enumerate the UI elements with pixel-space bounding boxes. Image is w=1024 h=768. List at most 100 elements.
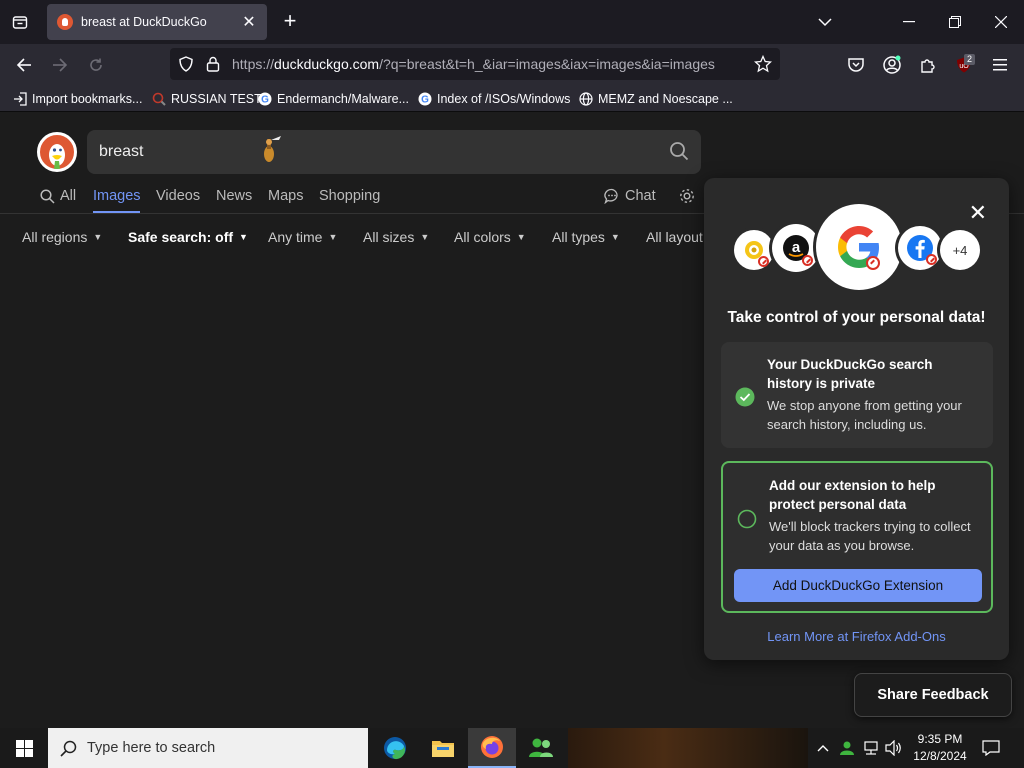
ublock-origin-icon[interactable]: uO 2 (948, 49, 980, 81)
tab-all[interactable]: All (40, 188, 76, 204)
add-extension-button[interactable]: Add DuckDuckGo Extension (734, 569, 982, 602)
amazon-icon: a (772, 224, 820, 272)
svg-text:G: G (261, 95, 269, 106)
url-text[interactable]: https://duckduckgo.com/?q=breast&t=h_&ia… (232, 56, 715, 72)
messenger-people-icon[interactable] (517, 728, 565, 768)
bookmark-star-icon[interactable] (753, 54, 773, 78)
forward-arrow-icon[interactable] (44, 49, 76, 81)
tab-strip: breast at DuckDuckGo ✕ + (0, 0, 1024, 44)
magnifier-favicon-icon (151, 92, 166, 107)
filter-size[interactable]: All sizes ▼ (363, 229, 429, 245)
learn-more-link[interactable]: Learn More at Firefox Add-Ons (704, 629, 1009, 644)
card-description: We stop anyone from getting your search … (767, 398, 962, 432)
restore-icon[interactable] (933, 6, 977, 38)
blocked-icon (802, 255, 813, 266)
reload-icon[interactable] (80, 49, 112, 81)
system-clock[interactable]: 9:35 PM 12/8/2024 (908, 731, 972, 765)
card-title: Your DuckDuckGo search history is privat… (767, 357, 933, 391)
bookmark-item[interactable]: RUSSIAN TEST (151, 90, 262, 108)
blocked-icon (926, 254, 937, 265)
extensions-puzzle-icon[interactable] (912, 49, 944, 81)
search-input[interactable]: breast (87, 130, 701, 174)
filter-safe-search[interactable]: Safe search: off ▼ (128, 229, 248, 245)
list-all-tabs-icon[interactable] (4, 6, 36, 38)
settings-gear-icon[interactable] (678, 187, 696, 205)
address-bar[interactable]: https://duckduckgo.com/?q=breast&t=h_&ia… (170, 48, 780, 80)
empty-circle-icon (737, 509, 757, 534)
bookmark-label: RUSSIAN TEST (171, 92, 262, 106)
filter-region[interactable]: All regions ▼ (22, 229, 102, 245)
duckduckgo-logo-icon[interactable] (37, 132, 77, 172)
google-favicon-icon: G (257, 92, 272, 107)
tab-maps[interactable]: Maps (268, 188, 303, 204)
check-circle-icon (735, 387, 755, 412)
new-tab-icon[interactable]: + (276, 8, 304, 36)
search-query-text[interactable]: breast (99, 143, 143, 161)
filter-color[interactable]: All colors ▼ (454, 229, 526, 245)
wallpaper-strip (568, 728, 808, 768)
tab-title: breast at DuckDuckGo (81, 15, 207, 29)
google-icon (816, 204, 902, 290)
tab-overflow-chevron-icon[interactable] (803, 6, 847, 38)
import-icon (12, 92, 27, 107)
filter-type[interactable]: All types ▼ (552, 229, 620, 245)
firefox-icon[interactable] (468, 728, 516, 768)
globe-icon (578, 92, 593, 107)
search-icon (60, 740, 77, 757)
share-feedback-button[interactable]: Share Feedback (854, 673, 1012, 717)
minimize-icon[interactable] (887, 6, 931, 38)
bookmark-label: Endermanch/Malware... (277, 92, 410, 106)
close-window-icon[interactable] (979, 6, 1023, 38)
notifications-icon[interactable] (981, 738, 1001, 758)
chat-button[interactable]: Chat (604, 188, 656, 204)
add-extension-card: Add our extension to help protect person… (721, 461, 993, 613)
tracker-brand-icon (734, 230, 774, 270)
back-arrow-icon[interactable] (8, 49, 40, 81)
popup-title: Take control of your personal data! (727, 309, 986, 326)
edge-icon[interactable] (371, 728, 419, 768)
windows-start-icon[interactable] (0, 728, 48, 768)
svg-text:a: a (792, 239, 801, 256)
file-explorer-icon[interactable] (419, 728, 467, 768)
search-icon[interactable] (669, 141, 689, 166)
extension-badge: 2 (964, 54, 976, 65)
lock-icon[interactable] (206, 56, 220, 77)
bookmarks-toolbar: Import bookmarks... RUSSIAN TEST G Ender… (0, 86, 1024, 112)
chat-label: Chat (625, 188, 656, 204)
bookmark-label: Index of /ISOs/Windows (437, 92, 571, 106)
show-hidden-icons-chevron-icon[interactable] (813, 738, 833, 758)
filter-time[interactable]: Any time ▼ (268, 229, 337, 245)
bookmark-item[interactable]: MEMZ and Noescape ... (578, 90, 733, 108)
bookmark-item[interactable]: G Endermanch/Malware... (257, 90, 409, 108)
search-icon (40, 188, 55, 204)
network-icon[interactable] (861, 738, 881, 758)
filter-layout[interactable]: All layout (646, 229, 703, 245)
mascot-illustration-icon (257, 134, 287, 169)
account-icon[interactable] (876, 49, 908, 81)
close-tab-icon[interactable]: ✕ (237, 10, 261, 34)
tracking-protection-shield-icon[interactable] (178, 56, 194, 77)
volume-icon[interactable] (884, 738, 904, 758)
people-tray-icon[interactable] (837, 738, 857, 758)
google-favicon-icon: G (417, 92, 432, 107)
bookmark-item[interactable]: Import bookmarks... (12, 90, 142, 108)
browser-tab[interactable]: breast at DuckDuckGo ✕ (47, 4, 267, 40)
tab-news[interactable]: News (216, 188, 252, 204)
tab-videos[interactable]: Videos (156, 188, 200, 204)
tab-images[interactable]: Images (93, 188, 141, 204)
taskbar-search-input[interactable]: Type here to search (48, 728, 368, 768)
card-title: Add our extension to help protect person… (769, 478, 936, 512)
close-popup-icon[interactable]: ✕ (969, 200, 987, 226)
card-description: We'll block trackers trying to collect y… (769, 519, 971, 553)
blocked-icon (758, 256, 769, 267)
search-placeholder: Type here to search (87, 740, 216, 756)
hamburger-menu-icon[interactable] (984, 49, 1016, 81)
navigation-toolbar: https://duckduckgo.com/?q=breast&t=h_&ia… (0, 44, 1024, 86)
bookmark-label: MEMZ and Noescape ... (598, 92, 733, 106)
bookmark-label: Import bookmarks... (32, 92, 143, 106)
bookmark-item[interactable]: G Index of /ISOs/Windows (417, 90, 570, 108)
clock-date: 12/8/2024 (913, 749, 967, 763)
tab-shopping[interactable]: Shopping (319, 188, 380, 204)
pocket-icon[interactable] (840, 49, 872, 81)
clock-time: 9:35 PM (917, 732, 963, 746)
